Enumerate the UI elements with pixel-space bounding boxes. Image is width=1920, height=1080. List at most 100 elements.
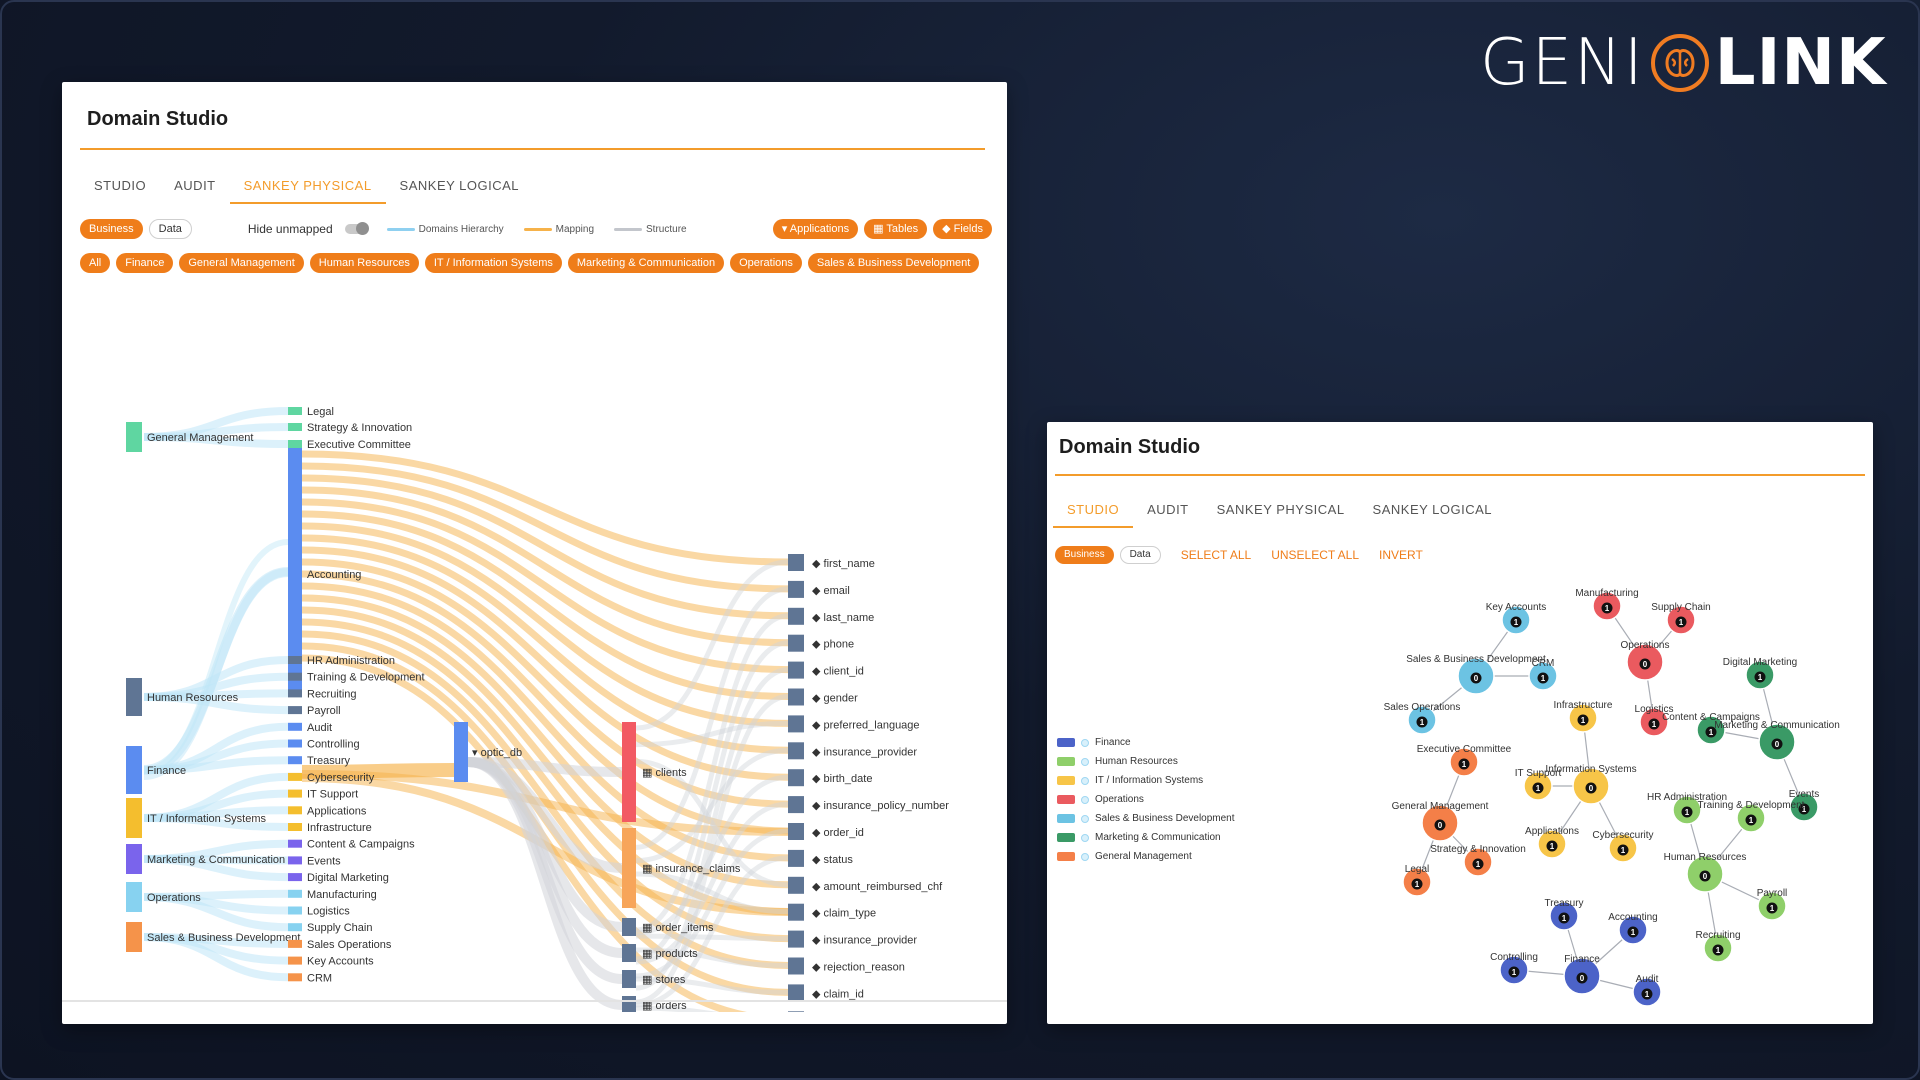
- field-node-first-name[interactable]: [788, 554, 804, 571]
- tables-filter[interactable]: ▦ Tables: [864, 219, 928, 239]
- graph-node-controlling[interactable]: 1 Controlling: [1490, 952, 1538, 985]
- graph-node-legal[interactable]: 1 Legal: [1402, 864, 1432, 897]
- table-node-insurance-claims[interactable]: [622, 828, 636, 908]
- subdomain-node-logistics[interactable]: [288, 906, 302, 915]
- subdomain-node-digital-marketing[interactable]: [288, 873, 302, 882]
- field-node-amount-reimbursed-chf[interactable]: [788, 876, 804, 894]
- domain-node-human-resources[interactable]: [126, 678, 142, 716]
- graph-node-information-systems[interactable]: 0 Information Systems: [1545, 764, 1637, 805]
- subdomain-node-audit[interactable]: [288, 722, 302, 731]
- subdomain-node-strategy-innovation[interactable]: [288, 423, 302, 431]
- graph-node-payroll[interactable]: 1 Payroll: [1757, 888, 1788, 921]
- field-node-insurance-provider[interactable]: [788, 930, 804, 948]
- data-chip[interactable]: Data: [148, 219, 192, 239]
- graph-node-general-management[interactable]: 0 General Management: [1392, 801, 1489, 842]
- domain-node-finance[interactable]: [126, 746, 142, 794]
- graph-node-cybersecurity[interactable]: 1 Cybersecurity: [1592, 830, 1654, 863]
- graph-node-audit[interactable]: 1 Audit: [1632, 974, 1662, 1007]
- subdomain-node-it-support[interactable]: [288, 789, 302, 798]
- field-node-rejection-reason[interactable]: [788, 957, 804, 975]
- field-node-last-name[interactable]: [788, 607, 804, 625]
- domain-node-marketing-communication[interactable]: [126, 844, 142, 874]
- filter-finance[interactable]: Finance: [116, 253, 174, 273]
- hide-unmapped-toggle[interactable]: [344, 222, 369, 235]
- subdomain-node-recruiting[interactable]: [288, 689, 302, 698]
- field-node-claim-type[interactable]: [788, 903, 804, 921]
- subdomain-node-payroll[interactable]: [288, 706, 302, 715]
- graph-node-treasury[interactable]: 1 Treasury: [1544, 898, 1584, 931]
- subdomain-node-legal[interactable]: [288, 407, 302, 415]
- graph-node-strategy-innovation[interactable]: 1 Strategy & Innovation: [1430, 844, 1526, 877]
- table-node-clients[interactable]: [622, 722, 636, 822]
- table-node-order-items[interactable]: [622, 918, 636, 936]
- graph-node-marketing-communication[interactable]: 0 Marketing & Communication: [1714, 720, 1840, 761]
- business-chip[interactable]: Business: [80, 219, 143, 239]
- domain-node-it-information-systems[interactable]: [126, 798, 142, 838]
- filter-it[interactable]: IT / Information Systems: [424, 253, 562, 273]
- graph-node-finance[interactable]: 0 Finance: [1563, 954, 1601, 995]
- field-node-gender[interactable]: [788, 688, 804, 706]
- table-node-stores[interactable]: [622, 970, 636, 988]
- filter-all[interactable]: All: [80, 253, 111, 273]
- filter-operations[interactable]: Operations: [730, 253, 802, 273]
- graph-node-executive-committee[interactable]: 1 Executive Committee: [1417, 744, 1512, 777]
- field-node-order-id[interactable]: [788, 823, 804, 840]
- filter-sales[interactable]: Sales & Business Development: [807, 253, 980, 273]
- graph-node-applications[interactable]: 1 Applications: [1525, 826, 1579, 859]
- application-node[interactable]: [454, 722, 468, 782]
- graph-node-digital-marketing[interactable]: 1 Digital Marketing: [1723, 657, 1797, 690]
- graph-node-recruiting[interactable]: 1 Recruiting: [1695, 930, 1741, 963]
- graph-node-training-development[interactable]: 1 Training & Development: [1698, 800, 1805, 833]
- filter-human-resources[interactable]: Human Resources: [309, 253, 419, 273]
- domain-node-operations[interactable]: [126, 882, 142, 912]
- table-node-products[interactable]: [622, 944, 636, 962]
- graph-node-key-accounts[interactable]: 1 Key Accounts: [1486, 602, 1547, 635]
- filter-general-management[interactable]: General Management: [179, 253, 304, 273]
- graph-node-accounting[interactable]: 1 Accounting: [1608, 912, 1658, 945]
- field-node-email[interactable]: [788, 580, 804, 598]
- domain-node-general-management[interactable]: [126, 422, 142, 452]
- fields-filter[interactable]: ◆ Fields: [933, 219, 992, 239]
- graph-node-sales-operations[interactable]: 1 Sales Operations: [1384, 702, 1461, 735]
- tab-audit[interactable]: AUDIT: [160, 168, 230, 204]
- graph-node-operations[interactable]: 0 Operations: [1621, 640, 1670, 681]
- domain-node-sales-business-development[interactable]: [126, 922, 142, 952]
- subdomain-node-events[interactable]: [288, 856, 302, 865]
- subdomain-node-training-development[interactable]: [288, 672, 302, 681]
- field-node-client-id[interactable]: [788, 661, 804, 679]
- field-node-birth-date[interactable]: [788, 769, 804, 787]
- tab-studio[interactable]: STUDIO: [80, 168, 160, 204]
- graph-node-crm[interactable]: 1 CRM: [1528, 658, 1558, 691]
- graph-node-sales-business-development[interactable]: 0 Sales & Business Development: [1406, 654, 1546, 695]
- applications-filter[interactable]: ▾ Applications: [772, 219, 859, 239]
- field-node-preferred-language[interactable]: [788, 715, 804, 733]
- graph-node-infrastructure[interactable]: 1 Infrastructure: [1554, 700, 1613, 733]
- graph-node-supply-chain[interactable]: 1 Supply Chain: [1651, 602, 1711, 635]
- field-node-claim-id[interactable]: [788, 984, 804, 1002]
- field-node-amount-claimed-chf[interactable]: [788, 1011, 804, 1012]
- horizontal-scrollbar[interactable]: [62, 1000, 1007, 1002]
- graph-node-manufacturing[interactable]: 1 Manufacturing: [1575, 588, 1639, 621]
- subdomain-node-infrastructure[interactable]: [288, 823, 302, 831]
- subdomain-node-controlling[interactable]: [288, 739, 302, 748]
- subdomain-node-crm[interactable]: [288, 973, 302, 982]
- tab-sankey-physical[interactable]: SANKEY PHYSICAL: [229, 168, 386, 204]
- filter-marketing[interactable]: Marketing & Communication: [567, 253, 725, 273]
- tab-sankey-logical[interactable]: SANKEY LOGICAL: [386, 168, 533, 204]
- subdomain-node-manufacturing[interactable]: [288, 889, 302, 898]
- field-node-status[interactable]: [788, 849, 804, 867]
- subdomain-node-content-campaigns[interactable]: [288, 839, 302, 848]
- subdomain-node-key-accounts[interactable]: [288, 956, 302, 965]
- subdomain-node-hr-administration[interactable]: [288, 656, 302, 664]
- graph-node-human-resources[interactable]: 0 Human Resources: [1664, 852, 1747, 893]
- subdomain-node-sales-operations[interactable]: [288, 939, 302, 948]
- subdomain-node-cybersecurity[interactable]: [288, 772, 302, 781]
- field-node-phone[interactable]: [788, 634, 804, 652]
- table-node-orders[interactable]: [622, 996, 636, 1012]
- field-node-insurance-provider[interactable]: [788, 742, 804, 760]
- field-node-insurance-policy-number[interactable]: [788, 796, 804, 814]
- subdomain-node-supply-chain[interactable]: [288, 923, 302, 932]
- subdomain-node-applications[interactable]: [288, 806, 302, 815]
- subdomain-node-executive-committee[interactable]: [288, 440, 302, 448]
- subdomain-node-treasury[interactable]: [288, 756, 302, 765]
